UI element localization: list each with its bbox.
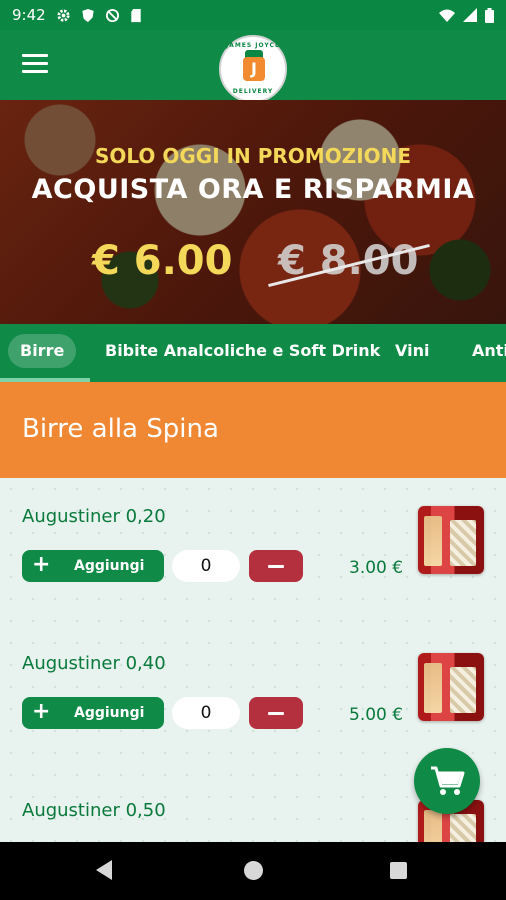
cart-button[interactable]	[414, 748, 480, 814]
status-time: 9:42	[12, 6, 46, 24]
quantity-field[interactable]: 0	[172, 550, 240, 582]
promo-banner[interactable]: SOLO OGGI IN PROMOZIONE ACQUISTA ORA E R…	[0, 100, 506, 324]
logo-text-bottom: DELIVERY	[232, 88, 274, 95]
recents-icon[interactable]	[390, 862, 407, 879]
product-name: Augustiner 0,20	[22, 506, 166, 527]
status-bar: 9:42	[0, 0, 506, 30]
minus-button[interactable]	[249, 550, 303, 582]
product-price: 5.00 €	[349, 705, 404, 725]
add-button[interactable]: + Aggiungi	[22, 550, 164, 582]
logo-text-top: JAMES JOYCE	[225, 42, 281, 49]
product-image[interactable]	[418, 506, 484, 574]
add-button[interactable]: + Aggiungi	[22, 697, 164, 729]
hamburger-icon[interactable]	[22, 54, 48, 74]
gear-icon	[57, 8, 70, 22]
promo-headline: ACQUISTA ORA E RISPARMIA	[31, 174, 475, 205]
signal-icon	[463, 8, 477, 22]
shopping-cart-icon	[431, 766, 465, 795]
tab-birre[interactable]: Birre	[8, 334, 77, 368]
home-icon[interactable]	[244, 861, 263, 880]
product-image[interactable]	[418, 653, 484, 721]
shield-icon	[82, 8, 94, 22]
no-sync-icon	[105, 8, 119, 22]
app-toolbar: JAMES JOYCE J DELIVERY	[0, 30, 506, 103]
battery-icon	[485, 7, 494, 23]
wifi-icon	[439, 9, 455, 22]
system-nav-bar	[0, 842, 506, 900]
plus-icon: +	[32, 699, 51, 724]
list-item: Augustiner 0,20 + Aggiungi 0 3.00 €	[0, 478, 506, 618]
promo-price-new: € 6.00	[92, 238, 233, 284]
app-logo[interactable]: JAMES JOYCE J DELIVERY	[219, 35, 287, 103]
list-item: Augustiner 0,40 + Aggiungi 0 5.00 €	[0, 625, 506, 765]
tab-vini[interactable]: Vini	[395, 334, 429, 368]
section-title: Birre alla Spina	[22, 414, 219, 444]
product-price: 3.00 €	[349, 558, 404, 578]
tab-antipasti[interactable]: Anti	[472, 334, 506, 368]
add-button-label: Aggiungi	[74, 705, 145, 721]
plus-icon: +	[32, 552, 51, 577]
minus-button[interactable]	[249, 697, 303, 729]
logo-letter: J	[243, 57, 265, 81]
add-button-label: Aggiungi	[74, 558, 145, 574]
product-name: Augustiner 0,40	[22, 653, 166, 674]
section-header: Birre alla Spina	[0, 382, 506, 478]
quantity-field[interactable]: 0	[172, 697, 240, 729]
sd-card-icon	[131, 8, 141, 22]
category-tabs: Birre Bibite Analcoliche e Soft Drink Vi…	[0, 324, 506, 382]
tab-bibite[interactable]: Bibite Analcoliche e Soft Drink	[105, 334, 380, 368]
product-name: Augustiner 0,50	[22, 800, 166, 821]
promo-subtitle: SOLO OGGI IN PROMOZIONE	[94, 144, 412, 168]
back-icon[interactable]	[96, 860, 112, 880]
